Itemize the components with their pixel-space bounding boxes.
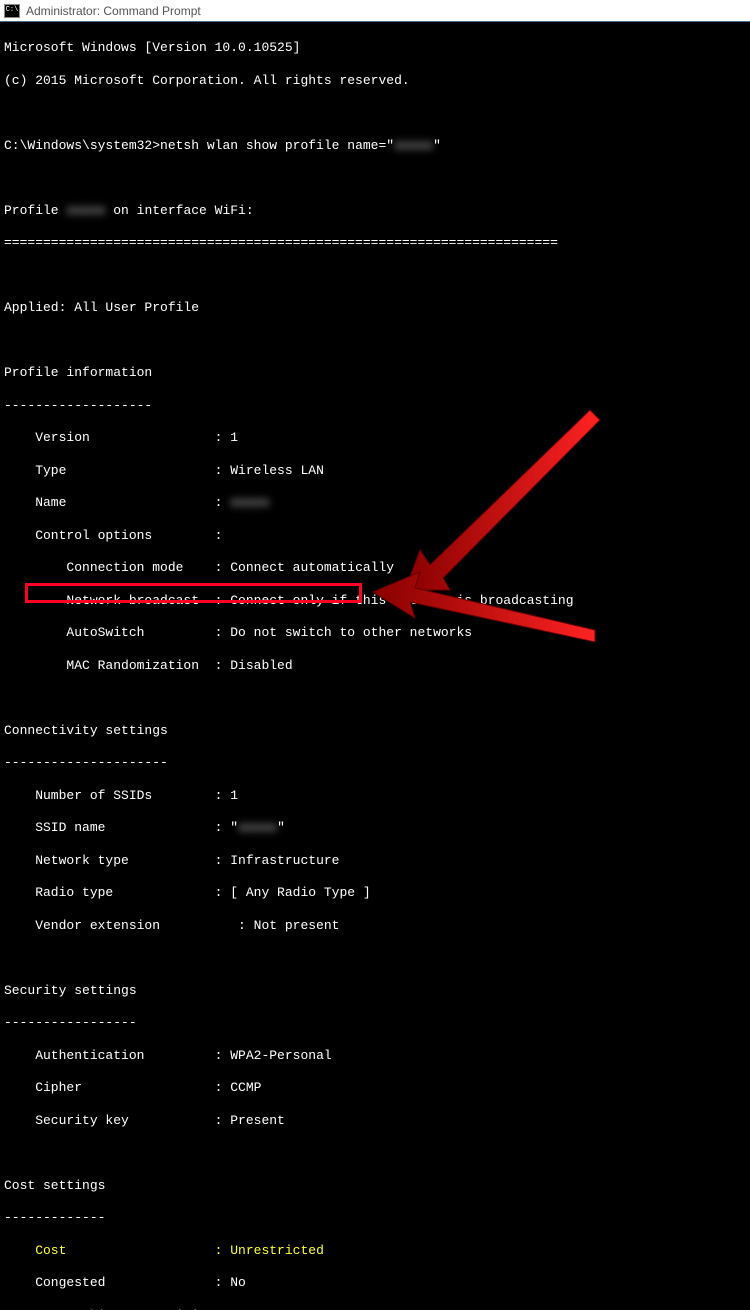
cmd-icon: C:\: [4, 4, 20, 18]
row-broadcast: Network broadcast : Connect only if this…: [4, 593, 746, 609]
redacted-profile-name: xxxxx: [394, 138, 433, 154]
row-cost: Cost : Unrestricted: [4, 1243, 746, 1259]
row-control: Control options :: [4, 528, 746, 544]
row-appr-limit: Approaching Data Limit : No: [4, 1308, 746, 1310]
row-ssid-name: SSID name : "xxxxx": [4, 820, 746, 836]
section-title-cost: Cost settings: [4, 1178, 746, 1194]
row-autoswitch: AutoSwitch : Do not switch to other netw…: [4, 625, 746, 641]
section-title-security: Security settings: [4, 983, 746, 999]
section-dashes: -----------------: [4, 1015, 746, 1031]
console-output: Microsoft Windows [Version 10.0.10525] (…: [0, 22, 750, 1310]
command-line: C:\Windows\system32>netsh wlan show prof…: [4, 138, 746, 154]
redacted-ssid: xxxxx: [238, 820, 277, 836]
row-net-type: Network type : Infrastructure: [4, 853, 746, 869]
applied-line: Applied: All User Profile: [4, 300, 746, 316]
row-radio-type: Radio type : [ Any Radio Type ]: [4, 885, 746, 901]
section-dashes: -------------------: [4, 398, 746, 414]
copyright: (c) 2015 Microsoft Corporation. All righ…: [4, 73, 746, 89]
section-title-connectivity: Connectivity settings: [4, 723, 746, 739]
row-conn-mode: Connection mode : Connect automatically: [4, 560, 746, 576]
window-title: Administrator: Command Prompt: [26, 4, 201, 18]
redacted-name: xxxxx: [230, 495, 269, 511]
os-version: Microsoft Windows [Version 10.0.10525]: [4, 40, 746, 56]
row-cipher: Cipher : CCMP: [4, 1080, 746, 1096]
row-version: Version : 1: [4, 430, 746, 446]
row-type: Type : Wireless LAN: [4, 463, 746, 479]
section-dashes: -------------: [4, 1210, 746, 1226]
section-title-profile-info: Profile information: [4, 365, 746, 381]
row-mac-random: MAC Randomization : Disabled: [4, 658, 746, 674]
section-dashes: ---------------------: [4, 755, 746, 771]
row-num-ssids: Number of SSIDs : 1: [4, 788, 746, 804]
profile-header: Profile xxxxx on interface WiFi:: [4, 203, 746, 219]
window-titlebar[interactable]: C:\ Administrator: Command Prompt: [0, 0, 750, 22]
divider: ========================================…: [4, 235, 746, 251]
row-vendor-ext: Vendor extension : Not present: [4, 918, 746, 934]
row-seckey: Security key : Present: [4, 1113, 746, 1129]
row-name: Name : xxxxx: [4, 495, 746, 511]
row-auth: Authentication : WPA2-Personal: [4, 1048, 746, 1064]
row-congested: Congested : No: [4, 1275, 746, 1291]
redacted-profile-name: xxxxx: [66, 203, 105, 219]
